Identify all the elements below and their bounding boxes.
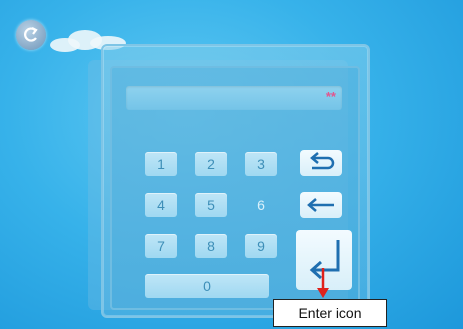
key-2[interactable]: 2 (195, 152, 227, 176)
backspace-arrow-icon (307, 198, 334, 212)
key-0[interactable]: 0 (145, 274, 269, 298)
key-5[interactable]: 5 (195, 193, 227, 217)
annotation-arrow-icon (317, 268, 329, 298)
key-9[interactable]: 9 (245, 234, 277, 258)
backspace-button[interactable] (300, 192, 342, 218)
key-7[interactable]: 7 (145, 234, 177, 258)
key-1[interactable]: 1 (145, 152, 177, 176)
undo-button[interactable] (300, 150, 342, 176)
password-value: ** (325, 89, 336, 104)
enter-icon-callout: Enter icon (273, 299, 387, 327)
key-4[interactable]: 4 (145, 193, 177, 217)
key-8[interactable]: 8 (195, 234, 227, 258)
back-button[interactable] (16, 20, 46, 50)
password-display[interactable]: ** (126, 86, 342, 110)
back-arrow-icon (24, 27, 38, 42)
key-3[interactable]: 3 (245, 152, 277, 176)
undo-icon (310, 152, 335, 170)
key-6[interactable]: 6 (245, 193, 277, 217)
